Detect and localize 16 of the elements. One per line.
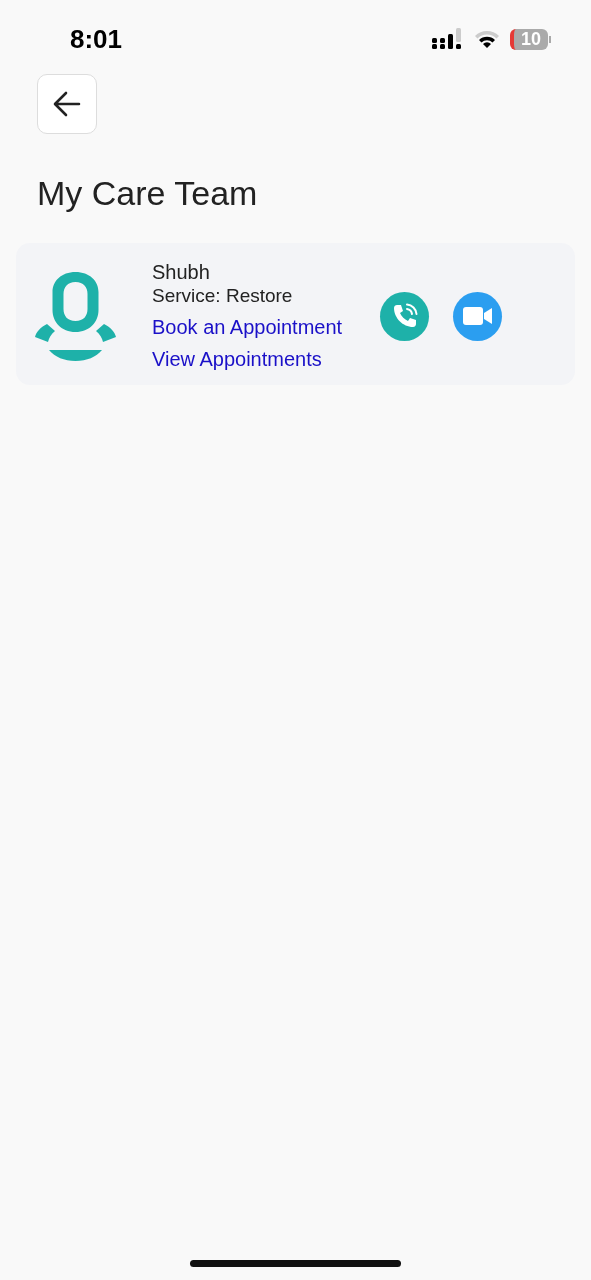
- service-label: Service: Restore: [152, 285, 294, 307]
- back-button[interactable]: [37, 74, 97, 134]
- phone-icon: [391, 303, 418, 329]
- signal-icon: [432, 28, 464, 50]
- page-title: My Care Team: [37, 174, 259, 213]
- appointment-link[interactable]: Book an Appointment: [152, 316, 343, 339]
- avatar-icon: [34, 270, 117, 362]
- member-name: Shubh: [152, 261, 211, 284]
- appointment-link[interactable]: View Appointments: [152, 348, 343, 371]
- status-time: 8:01: [70, 23, 124, 55]
- video-camera-icon: [462, 306, 493, 326]
- battery-icon: 10: [510, 28, 551, 50]
- video-call-button[interactable]: [453, 291, 503, 341]
- call-button[interactable]: [380, 291, 430, 341]
- back-icon: [53, 91, 81, 117]
- wifi-icon: [474, 29, 500, 49]
